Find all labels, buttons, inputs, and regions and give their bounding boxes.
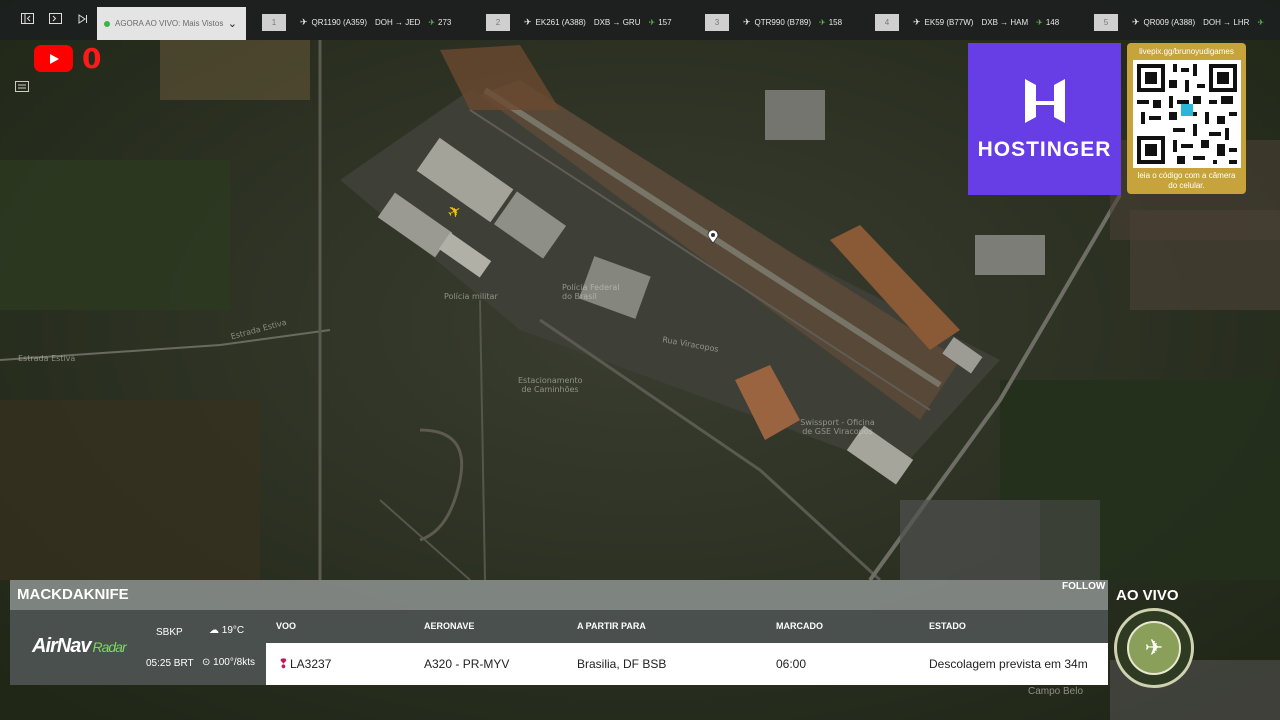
ticker-flight: EK261 (A388): [535, 18, 586, 27]
map-label-truck-parking: Estacionamento de Caminhões: [518, 376, 583, 394]
airnav-logo: AirNav Radar: [32, 635, 127, 658]
header-aircraft: AERONAVE: [424, 621, 475, 631]
flight-info-panel: MACKDAKNIFE AirNav Radar SBKP ☁ 19°C 05:2…: [10, 580, 1108, 685]
map-label-swissport: Swissport - Oficina de GSE Viracopos: [800, 418, 875, 436]
airplane-icon: ✈: [913, 17, 921, 27]
ticker-item-2[interactable]: 2 ✈ EK261 (A388) DXB → GRU ✈ 157: [486, 14, 672, 31]
header-flight: VOO: [276, 621, 297, 631]
plane-count-icon: ✈: [1036, 18, 1043, 27]
plane-count-icon: ✈: [1257, 18, 1265, 27]
ticker-item-4[interactable]: 4 ✈ EK59 (B77W) DXB → HAM ✈ 148: [875, 14, 1059, 31]
ticker-count: 273: [438, 18, 452, 27]
cell-aircraft: A320 - PR-MYV: [424, 657, 510, 671]
table-row[interactable]: ❢ LA3237 A320 - PR-MYV Brasilia, DF BSB …: [266, 643, 1108, 685]
ticker-rank: 5: [1094, 14, 1118, 31]
ticker-flight: QR009 (A388): [1143, 18, 1196, 27]
map-label-campo-belo: Campo Belo: [1028, 686, 1084, 697]
header-destination: A PARTIR PARA: [577, 621, 646, 631]
wind-icon: ⊙: [202, 657, 211, 668]
wind-info: ⊙ 100°/8kts: [202, 657, 255, 668]
sidebar-toggle-icon: [20, 13, 34, 27]
ticker-rank: 2: [486, 14, 510, 31]
airplane-icon: ✈: [300, 17, 308, 27]
temperature: 19°C: [221, 625, 245, 636]
weather-info: ☁ 19°C: [209, 625, 244, 636]
ticker-route: DOH → LHR: [1203, 18, 1250, 27]
airnav-info-block: AirNav Radar SBKP ☁ 19°C 05:25 BRT ⊙ 100°…: [10, 610, 266, 685]
airplane-icon: ✈: [524, 17, 532, 27]
channel-badge-logo: ✈: [1114, 608, 1194, 688]
airplane-icon: ✈: [743, 17, 751, 27]
live-dot-icon: [104, 20, 110, 27]
ticker-rank: 3: [705, 14, 729, 31]
live-label: AO VIVO: [1116, 587, 1179, 604]
stream-overlay: Estrada Estiva Estrada Estiva Polícia Fe…: [0, 0, 1280, 720]
hostinger-brand: HOSTINGER: [977, 137, 1112, 161]
chevron-down-icon: ⌄: [227, 18, 237, 30]
ticker-flight: QR1190 (A359): [311, 18, 367, 27]
ticker-item-3[interactable]: 3 ✈ QTR990 (B789) ✈ 158: [705, 14, 842, 31]
expand-button[interactable]: [41, 0, 69, 40]
airplane-icon: ✈: [1132, 17, 1140, 27]
now-live-dropdown[interactable]: AGORA AO VIVO: Mais Vistos ⌄: [97, 7, 246, 40]
qr-donation-box[interactable]: livepix.gg/brunoyudigames leia o código …: [1127, 43, 1246, 194]
hostinger-logo-icon: [1023, 77, 1067, 130]
cell-flight: LA3237: [290, 657, 332, 671]
ticker-rank: 4: [875, 14, 899, 31]
header-status: ESTADO: [929, 621, 966, 631]
cell-status: Descolagem prevista em 34m: [929, 657, 1088, 671]
wind-value: 100°/8kts: [213, 657, 255, 668]
plane-count-icon: ✈: [819, 18, 826, 27]
youtube-counter: 0: [82, 42, 102, 75]
now-live-label: AGORA AO VIVO: Mais Vistos: [115, 19, 224, 28]
ticker-rank: 1: [262, 14, 286, 31]
airport-code: SBKP: [156, 627, 183, 638]
cloud-icon: ☁: [209, 625, 219, 636]
ticker-flight: QTR990 (B789): [754, 18, 812, 27]
local-time: 05:25 BRT: [146, 658, 194, 669]
ticker-count: 148: [1045, 18, 1060, 27]
ticker-route: DXB → HAM: [981, 18, 1029, 27]
ticker-route: DOH → JED: [374, 18, 421, 27]
hostinger-ad[interactable]: HOSTINGER: [968, 43, 1121, 195]
qr-code-icon: [1132, 60, 1241, 168]
header-scheduled: MARCADO: [776, 621, 823, 631]
ticker-count: 157: [658, 18, 672, 27]
map-label-police-federal: Polícia Federal do Brasil: [562, 283, 620, 301]
cell-scheduled: 06:00: [776, 657, 807, 671]
ticker-flight: EK59 (B77W): [924, 18, 974, 27]
follow-label[interactable]: FOLLOW: [1062, 581, 1105, 592]
plane-count-icon: ✈: [428, 18, 436, 27]
ticker-item-5[interactable]: 5 ✈ QR009 (A388) DOH → LHR ✈: [1094, 14, 1267, 31]
airplane-badge-icon: ✈: [1127, 621, 1181, 675]
airnav-logo-main: AirNav: [32, 635, 91, 657]
plane-count-icon: ✈: [648, 18, 656, 27]
map-label-road: Estrada Estiva: [18, 354, 76, 363]
skip-next-icon: [78, 13, 88, 27]
skip-next-button[interactable]: [69, 0, 97, 40]
youtube-icon: [34, 45, 73, 72]
cell-destination: Brasilia, DF BSB: [577, 657, 667, 671]
location-pin-icon[interactable]: [707, 229, 719, 244]
ticker-route: DXB → GRU: [593, 18, 641, 27]
expand-icon: [48, 13, 62, 27]
ticker-count: 158: [828, 18, 843, 27]
map-label-police-military: Polícia militar: [444, 292, 498, 301]
table-header-row: VOO AERONAVE A PARTIR PARA MARCADO ESTAD…: [266, 610, 1108, 643]
airnav-logo-sub: Radar: [92, 639, 126, 655]
list-icon[interactable]: [13, 77, 31, 95]
qr-url: livepix.gg/brunoyudigames: [1139, 47, 1234, 56]
sidebar-toggle-button[interactable]: [13, 0, 41, 40]
ticker-item-1[interactable]: 1 ✈ QR1190 (A359) DOH → JED ✈ 273: [262, 14, 451, 31]
qr-caption: leia o código com a câmera do celular.: [1137, 171, 1236, 190]
streamer-username: MACKDAKNIFE: [17, 586, 129, 603]
airline-marker-icon: ❢: [278, 656, 289, 671]
